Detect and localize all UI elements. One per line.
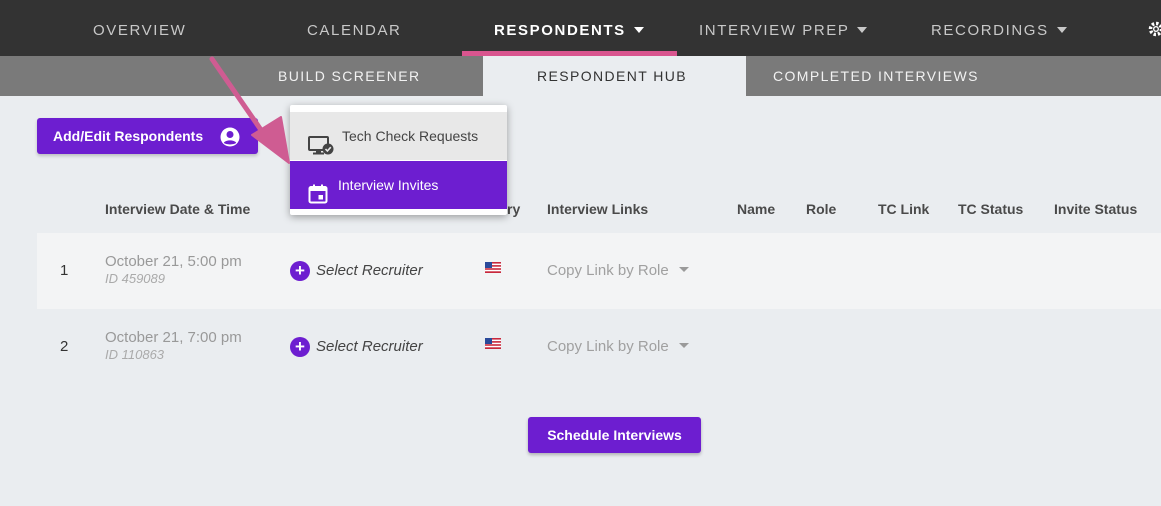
calendar-icon: [308, 175, 328, 223]
row-number: 1: [60, 262, 69, 279]
chevron-down-icon: [633, 27, 644, 33]
chevron-down-icon: [857, 27, 868, 33]
select-recruiter-link[interactable]: Select Recruiter: [316, 338, 423, 355]
menu-item-tech-check-label: Tech Check Requests: [342, 128, 479, 144]
header-country: ry: [507, 201, 521, 217]
header-tc-status: TC Status: [958, 201, 1024, 217]
chevron-down-icon: [678, 267, 689, 272]
copy-link-by-role-dropdown[interactable]: Copy Link by Role: [547, 338, 689, 355]
header-interview-date: Interview Date & Time: [105, 201, 251, 217]
copy-link-by-role-dropdown[interactable]: Copy Link by Role: [547, 262, 689, 279]
chevron-down-icon: [1056, 27, 1067, 33]
add-recruiter-icon[interactable]: +: [290, 337, 310, 357]
header-tc-link: TC Link: [878, 201, 930, 217]
nav-respondents[interactable]: RESPONDENTS: [494, 0, 644, 56]
schedule-interviews-button[interactable]: Schedule Interviews: [528, 417, 701, 453]
nav-respondents-label: RESPONDENTS: [494, 22, 626, 39]
nav-interview-prep-label: INTERVIEW PREP: [699, 22, 850, 39]
interview-id: ID 459089: [105, 271, 165, 286]
interview-date: October 21, 5:00 pm: [105, 253, 242, 270]
add-recruiter-icon[interactable]: +: [290, 261, 310, 281]
header-role: Role: [806, 201, 837, 217]
nav-calendar-label: CALENDAR: [307, 22, 402, 39]
tab-completed-interviews-label: COMPLETED INTERVIEWS: [773, 68, 979, 84]
menu-item-interview-invites[interactable]: Interview Invites: [290, 161, 507, 209]
add-edit-dropdown-menu: Tech Check Requests Interview Invites: [290, 105, 507, 215]
nav-recordings-label: RECORDINGS: [931, 22, 1049, 39]
nav-recordings[interactable]: RECORDINGS: [931, 0, 1067, 56]
chevron-down-icon: [678, 343, 689, 348]
copy-link-label: Copy Link by Role: [547, 338, 669, 355]
interview-date: October 21, 7:00 pm: [105, 329, 242, 346]
interview-id: ID 110863: [105, 347, 165, 362]
us-flag-icon: [485, 336, 501, 349]
add-edit-respondents-label: Add/Edit Respondents: [53, 128, 204, 144]
row-number: 2: [60, 338, 69, 355]
gear-icon[interactable]: [1147, 20, 1161, 38]
copy-link-label: Copy Link by Role: [547, 262, 669, 279]
header-interview-links: Interview Links: [547, 201, 649, 217]
menu-item-tech-check-requests[interactable]: Tech Check Requests: [290, 112, 507, 160]
tab-respondent-hub[interactable]: RESPONDENT HUB: [537, 56, 687, 96]
nav-calendar[interactable]: CALENDAR: [307, 0, 402, 56]
header-name: Name: [737, 201, 776, 217]
us-flag-icon: [485, 260, 501, 273]
tab-respondent-hub-label: RESPONDENT HUB: [537, 68, 688, 84]
nav-interview-prep[interactable]: INTERVIEW PREP: [699, 0, 868, 56]
annotation-arrow: [209, 56, 290, 164]
nav-overview-label: OVERVIEW: [93, 22, 187, 39]
menu-item-interview-invites-label: Interview Invites: [338, 177, 439, 193]
table-row: 2 October 21, 7:00 pm ID 110863 + Select…: [37, 309, 1161, 385]
table-row: 1 October 21, 5:00 pm ID 459089 + Select…: [37, 233, 1161, 309]
select-recruiter-link[interactable]: Select Recruiter: [316, 262, 423, 279]
nav-overview[interactable]: OVERVIEW: [93, 0, 186, 56]
header-invite-status: Invite Status: [1054, 201, 1138, 217]
top-navigation: OVERVIEW CALENDAR RESPONDENTS INTERVIEW …: [0, 0, 1161, 56]
tab-completed-interviews[interactable]: COMPLETED INTERVIEWS: [773, 56, 979, 96]
